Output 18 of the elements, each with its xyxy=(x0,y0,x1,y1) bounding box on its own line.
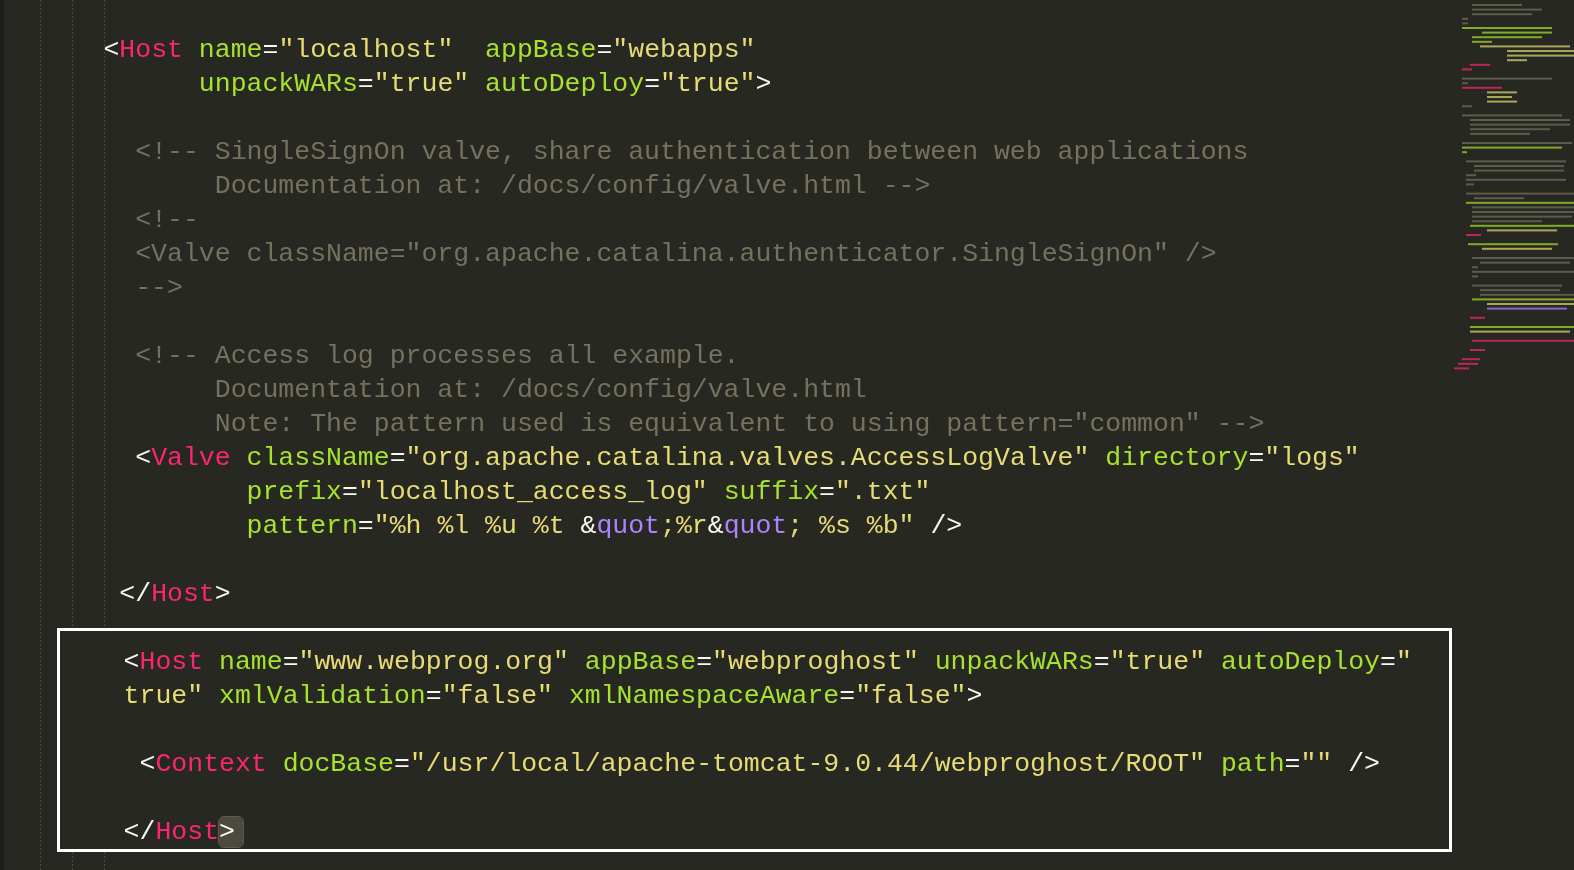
code-line: <!-- Access log processes all example. xyxy=(134,340,740,373)
code-line: </Host> xyxy=(118,578,231,611)
code-line: <Valve className="org.apache.catalina.authenticator.SingleSignOn" /> xyxy=(134,238,1217,271)
code-line: Note: The pattern used is equivalent to using pattern="common" --> xyxy=(213,408,1265,441)
code-line: </Host> xyxy=(60,815,243,849)
code-line: <Context docBase="/usr/local/apache-tomcat-9.0.44/webproghost/ROOT" path="" /> xyxy=(138,748,1380,781)
code-line: prefix="localhost_access_log" suffix=".txt" xyxy=(245,476,931,509)
code-line: <Host name="localhost" appBase="webapps" xyxy=(102,34,756,67)
code-line: <Valve className="org.apache.catalina.valves.AccessLogValve" directory="logs" xyxy=(134,442,1360,475)
code-line: Documentation at: /docs/config/valve.html --> xyxy=(213,170,931,203)
code-line: unpackWARs="true" autoDeploy="true"> xyxy=(197,68,772,101)
code-line: <!-- xyxy=(134,204,199,237)
code-line: <Host name="www.webprog.org" appBase="webproghost" unpackWARs="true" autoDeploy=" xyxy=(122,646,1412,679)
code-line: pattern="%h %l %u %t &quot;%r&quot; %s %b" /> xyxy=(245,510,963,543)
code-line: Documentation at: /docs/config/valve.html xyxy=(213,374,867,407)
code-line: --> xyxy=(134,272,183,305)
code-line: true" xmlValidation="false" xmlNamespaceAware="false"> xyxy=(122,680,983,713)
code-line: <!-- SingleSignOn valve, share authentication between web applications xyxy=(134,136,1249,169)
